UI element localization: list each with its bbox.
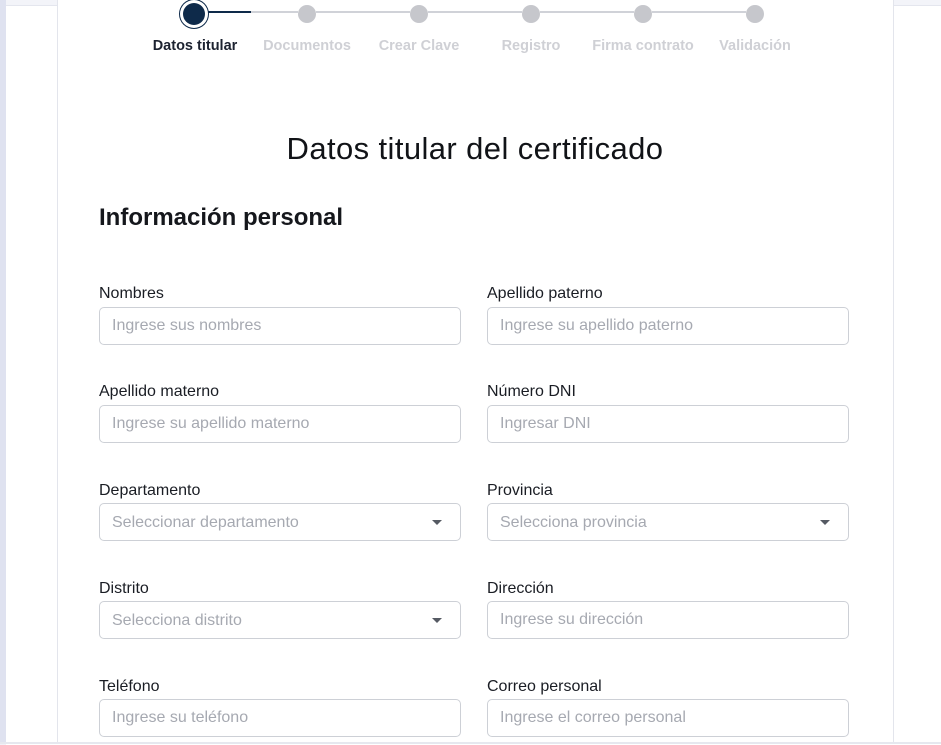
stepper-connector-1c	[251, 11, 298, 13]
stepper-connector-3	[428, 11, 522, 13]
apellido-materno-label: Apellido materno	[99, 383, 220, 400]
apellido-paterno-label: Apellido paterno	[487, 285, 603, 302]
correo-label: Correo personal	[487, 678, 602, 695]
step-label-registro[interactable]: Registro	[502, 38, 561, 54]
dni-input[interactable]	[488, 406, 848, 442]
apellido-paterno-input[interactable]	[488, 308, 848, 344]
telefono-field	[99, 699, 461, 737]
telefono-input[interactable]	[100, 700, 460, 736]
provincia-selected-value: Selecciona provincia	[500, 514, 647, 531]
stepper-connector-4	[540, 11, 634, 13]
distrito-label: Distrito	[99, 580, 149, 597]
step-dot-registro[interactable]	[522, 5, 540, 23]
apellido-paterno-field	[487, 307, 849, 345]
chevron-down-icon	[820, 520, 830, 525]
viewport: Datos titular Documentos Crear Clave Reg…	[0, 0, 941, 745]
apellido-materno-field	[99, 405, 461, 443]
provincia-select[interactable]: Selecciona provincia	[487, 503, 849, 541]
dni-label: Número DNI	[487, 383, 576, 400]
step-dot-datos-titular[interactable]	[183, 3, 205, 25]
step-label-firma-contrato[interactable]: Firma contrato	[592, 38, 694, 54]
departamento-label: Departamento	[99, 482, 201, 499]
step-dot-firma-contrato[interactable]	[634, 5, 652, 23]
step-label-validacion[interactable]: Validación	[719, 38, 791, 54]
nombres-input[interactable]	[100, 308, 460, 344]
distrito-select[interactable]: Selecciona distrito	[99, 601, 461, 639]
stepper-connector-5	[652, 11, 746, 13]
step-dot-validacion[interactable]	[746, 5, 764, 23]
telefono-label: Teléfono	[99, 678, 160, 695]
direccion-label: Dirección	[487, 580, 554, 597]
apellido-materno-input[interactable]	[100, 406, 460, 442]
progress-stepper: Datos titular Documentos Crear Clave Reg…	[0, 0, 941, 70]
section-title: Información personal	[99, 204, 344, 231]
distrito-selected-value: Selecciona distrito	[112, 612, 242, 629]
step-dot-crear-clave[interactable]	[410, 5, 428, 23]
step-label-datos-titular[interactable]: Datos titular	[153, 38, 238, 54]
stepper-connector-1	[206, 11, 251, 13]
dni-field	[487, 405, 849, 443]
departamento-selected-value: Seleccionar departamento	[112, 514, 299, 531]
direccion-input[interactable]	[488, 602, 848, 638]
chevron-down-icon	[432, 618, 442, 623]
correo-field	[487, 699, 849, 737]
correo-input[interactable]	[488, 700, 848, 736]
page-title: Datos titular del certificado	[286, 131, 664, 166]
chevron-down-icon	[432, 520, 442, 525]
step-label-crear-clave[interactable]: Crear Clave	[379, 38, 460, 54]
provincia-label: Provincia	[487, 482, 553, 499]
direccion-field	[487, 601, 849, 639]
nombres-label: Nombres	[99, 285, 164, 302]
nombres-field	[99, 307, 461, 345]
stepper-connector-2	[316, 11, 410, 13]
step-dot-documentos[interactable]	[298, 5, 316, 23]
step-label-documentos[interactable]: Documentos	[263, 38, 351, 54]
departamento-select[interactable]: Seleccionar departamento	[99, 503, 461, 541]
